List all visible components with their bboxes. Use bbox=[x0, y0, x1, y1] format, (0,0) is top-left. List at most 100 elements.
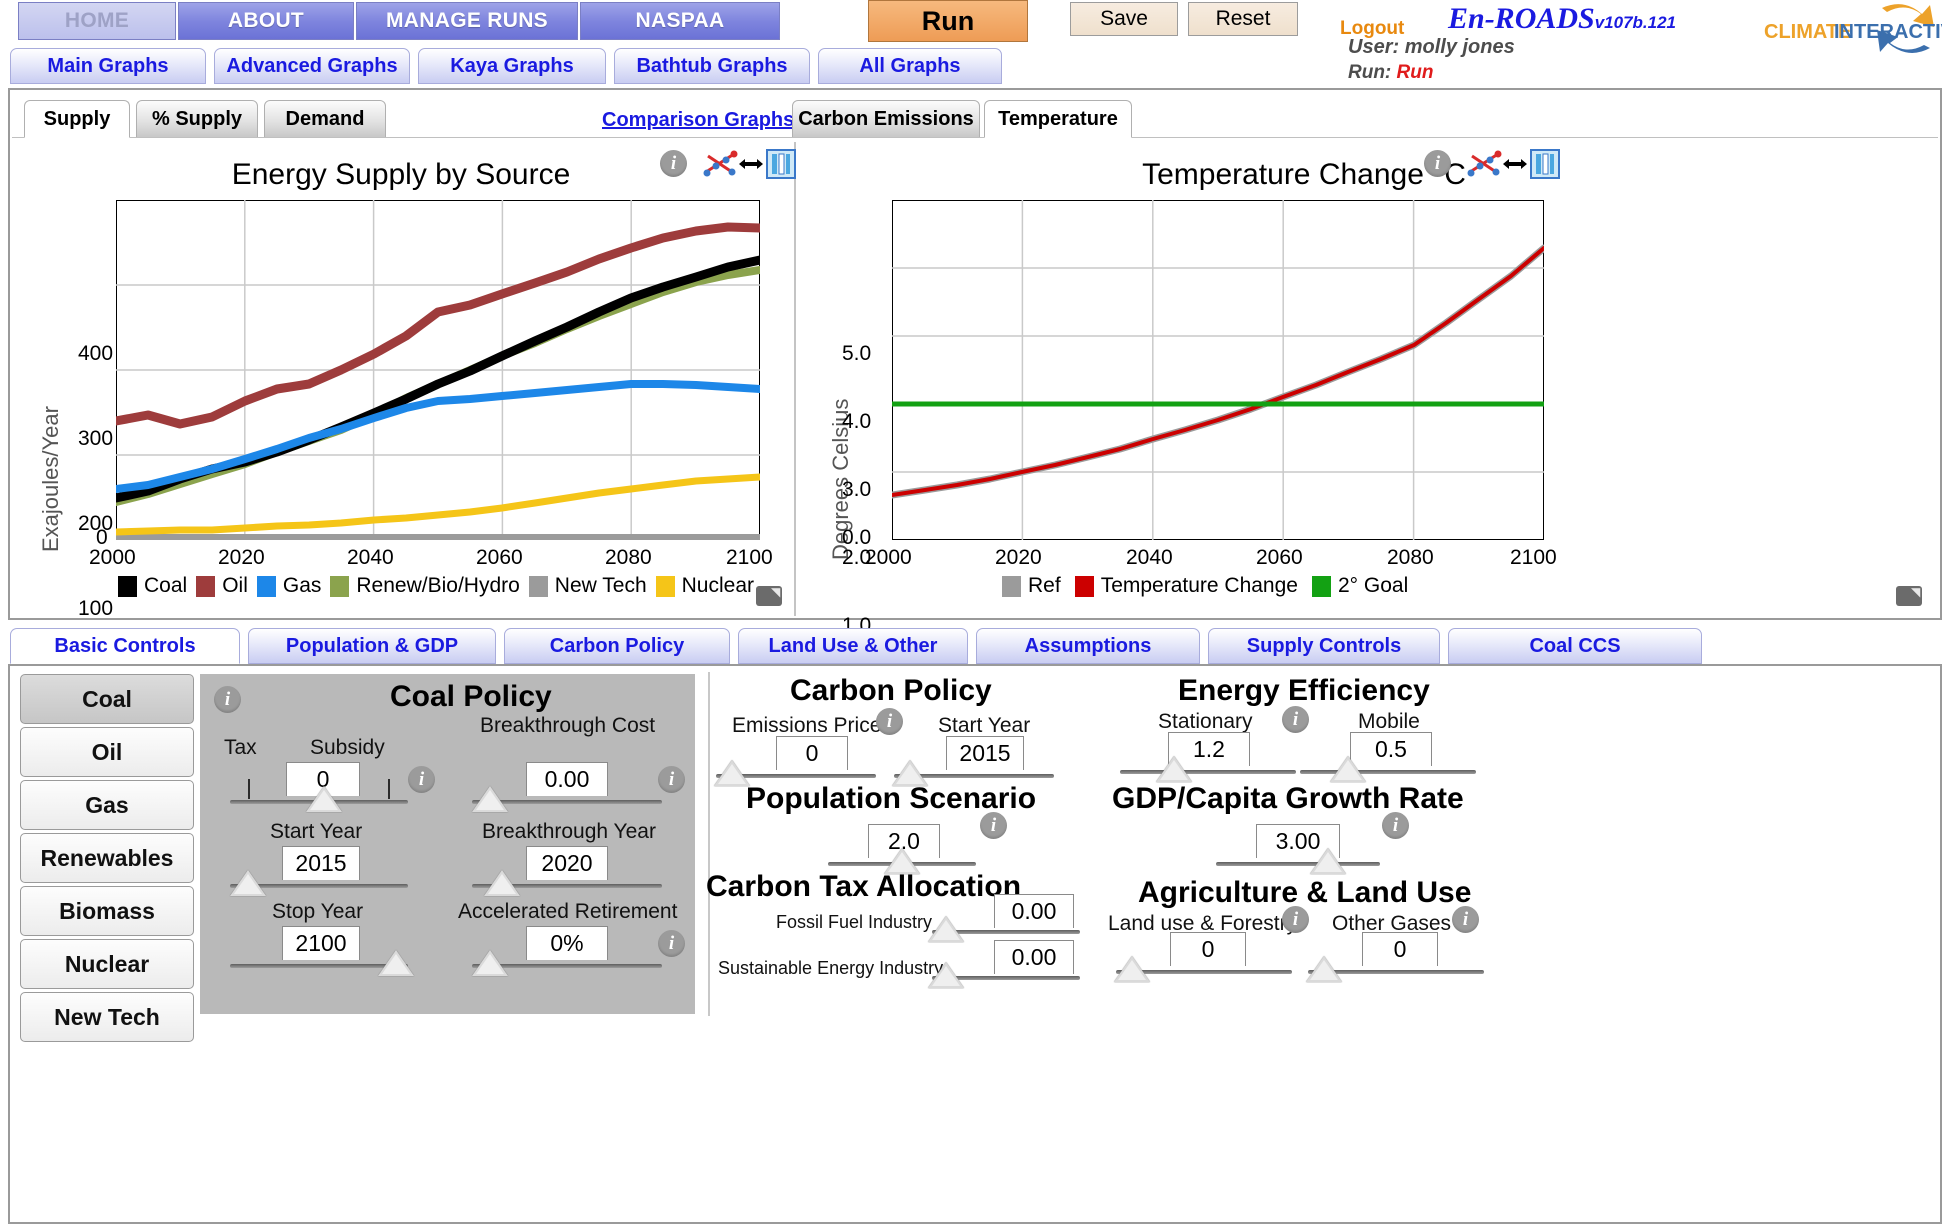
control-tab-land-use-other[interactable]: Land Use & Other bbox=[738, 628, 968, 664]
graph-tab-all-graphs[interactable]: All Graphs bbox=[818, 48, 1002, 84]
info-icon[interactable]: i bbox=[1282, 906, 1309, 933]
fuel-button-biomass[interactable]: Biomass bbox=[20, 886, 194, 936]
info-icon[interactable]: i bbox=[876, 708, 903, 735]
control-tab-coal-ccs[interactable]: Coal CCS bbox=[1448, 628, 1702, 664]
slider-thumb[interactable] bbox=[378, 950, 414, 976]
land-use-forestry-slider[interactable] bbox=[1114, 956, 1292, 982]
slider-thumb[interactable] bbox=[1306, 956, 1342, 982]
fossil-fuel-industry-slider[interactable] bbox=[928, 916, 1080, 942]
subtab-percent-supply[interactable]: % Supply bbox=[136, 100, 258, 138]
fuel-button-coal[interactable]: Coal bbox=[20, 674, 194, 724]
graph-tab-advanced-graphs[interactable]: Advanced Graphs bbox=[214, 48, 410, 84]
control-tab-population-gdp[interactable]: Population & GDP bbox=[248, 628, 496, 664]
slider-thumb[interactable] bbox=[928, 916, 964, 942]
info-icon[interactable]: i bbox=[1282, 706, 1309, 733]
info-icon[interactable]: i bbox=[1382, 812, 1409, 839]
carbon-start-year-slider[interactable] bbox=[892, 760, 1054, 786]
coal-start-year-value[interactable]: 2015 bbox=[282, 846, 360, 880]
panel-bottom-bar bbox=[200, 1007, 695, 1014]
control-tab-carbon-policy[interactable]: Carbon Policy bbox=[504, 628, 730, 664]
carbon-start-year-value[interactable]: 2015 bbox=[946, 736, 1024, 770]
coal-breakthrough-year-slider[interactable] bbox=[472, 870, 662, 896]
control-tab-supply-controls[interactable]: Supply Controls bbox=[1208, 628, 1440, 664]
info-icon[interactable]: i bbox=[214, 686, 241, 713]
slider-thumb[interactable] bbox=[928, 962, 964, 988]
info-icon[interactable]: i bbox=[1424, 150, 1451, 177]
stationary-efficiency-slider[interactable] bbox=[1120, 756, 1296, 782]
other-gases-slider[interactable] bbox=[1306, 956, 1484, 982]
subtab-temperature[interactable]: Temperature bbox=[984, 100, 1132, 138]
nav-tab-naspaa[interactable]: NASPAA bbox=[580, 2, 780, 40]
slider-thumb[interactable] bbox=[230, 870, 266, 896]
fuel-button-new-tech[interactable]: New Tech bbox=[20, 992, 194, 1042]
sustainable-energy-industry-slider[interactable] bbox=[928, 962, 1080, 988]
scatter-line-toggle-icon[interactable] bbox=[702, 148, 742, 180]
coal-stop-year-slider[interactable] bbox=[230, 950, 414, 976]
graph-tab-bathtub-graphs-label: Bathtub Graphs bbox=[636, 54, 788, 77]
reset-button[interactable]: Reset bbox=[1188, 2, 1298, 36]
info-icon[interactable]: i bbox=[658, 930, 685, 957]
control-tab-carbon-policy-label: Carbon Policy bbox=[549, 634, 685, 657]
fuel-button-oil[interactable]: Oil bbox=[20, 727, 194, 777]
nav-tab-home[interactable]: HOME bbox=[18, 2, 176, 40]
control-tab-assumptions[interactable]: Assumptions bbox=[976, 628, 1200, 664]
emissions-price-slider[interactable] bbox=[714, 760, 876, 786]
info-icon[interactable]: i bbox=[658, 766, 685, 793]
graph-tab-main-graphs[interactable]: Main Graphs bbox=[10, 48, 206, 84]
land-use-forestry-value[interactable]: 0 bbox=[1170, 932, 1246, 966]
coal-breakthrough-cost-value[interactable]: 0.00 bbox=[526, 762, 608, 796]
graph-tab-kaya-graphs[interactable]: Kaya Graphs bbox=[418, 48, 606, 84]
user-name: molly jones bbox=[1404, 36, 1515, 58]
fuel-button-gas[interactable]: Gas bbox=[20, 780, 194, 830]
slider-thumb[interactable] bbox=[306, 786, 342, 812]
subtab-carbon-emissions[interactable]: Carbon Emissions bbox=[792, 100, 980, 138]
fuel-button-nuclear[interactable]: Nuclear bbox=[20, 939, 194, 989]
expand-chart-icon[interactable] bbox=[756, 586, 782, 606]
gdp-growth-slider[interactable] bbox=[1216, 848, 1380, 874]
save-button[interactable]: Save bbox=[1070, 2, 1178, 36]
slider-thumb[interactable] bbox=[1114, 956, 1150, 982]
control-tab-basic-controls[interactable]: Basic Controls bbox=[10, 628, 240, 664]
subtab-demand[interactable]: Demand bbox=[264, 100, 386, 138]
sustainable-energy-industry-value[interactable]: 0.00 bbox=[994, 940, 1074, 974]
legend-item-gas: Gas bbox=[256, 574, 321, 598]
emissions-price-value[interactable]: 0 bbox=[776, 736, 848, 770]
fuel-button-renewables[interactable]: Renewables bbox=[20, 833, 194, 883]
bar-chart-toggle-icon[interactable] bbox=[766, 149, 796, 179]
slider-thumb[interactable] bbox=[1330, 756, 1366, 782]
other-gases-value[interactable]: 0 bbox=[1362, 932, 1438, 966]
coal-stop-year-value[interactable]: 2100 bbox=[282, 926, 360, 960]
legend-item-nuclear: Nuclear bbox=[655, 574, 754, 598]
scatter-line-toggle-icon[interactable] bbox=[1466, 148, 1506, 180]
coal-start-year-slider[interactable] bbox=[230, 870, 408, 896]
legend-swatch-gas bbox=[256, 575, 276, 597]
comparison-graphs-link[interactable]: Comparison Graphs bbox=[602, 109, 794, 132]
coal-breakthrough-year-value[interactable]: 2020 bbox=[526, 846, 608, 880]
subtab-carbon-emissions-label: Carbon Emissions bbox=[798, 107, 974, 130]
nav-tab-manage-runs[interactable]: MANAGE RUNS bbox=[356, 2, 578, 40]
mobile-efficiency-slider[interactable] bbox=[1300, 756, 1476, 782]
slider-thumb[interactable] bbox=[714, 760, 750, 786]
info-icon[interactable]: i bbox=[408, 766, 435, 793]
bar-chart-toggle-icon[interactable] bbox=[1530, 149, 1560, 179]
info-icon[interactable]: i bbox=[980, 812, 1007, 839]
slider-thumb[interactable] bbox=[1156, 756, 1192, 782]
coal-accelerated-retirement-value[interactable]: 0% bbox=[526, 926, 608, 960]
slider-thumb[interactable] bbox=[472, 786, 508, 812]
coal-tax-subsidy-slider[interactable] bbox=[230, 779, 408, 812]
slider-thumb[interactable] bbox=[472, 950, 508, 976]
expand-chart-icon[interactable] bbox=[1896, 586, 1922, 606]
slider-thumb[interactable] bbox=[1310, 848, 1346, 874]
population-scenario-slider[interactable] bbox=[828, 848, 976, 874]
subtab-supply[interactable]: Supply bbox=[24, 100, 130, 138]
run-button[interactable]: Run bbox=[868, 0, 1028, 42]
energy-supply-legend: Coal Oil Gas Renew/Bio/Hydro New Tech Nu… bbox=[118, 574, 754, 598]
slider-thumb[interactable] bbox=[484, 870, 520, 896]
info-icon[interactable]: i bbox=[660, 150, 687, 177]
info-icon[interactable]: i bbox=[1452, 906, 1479, 933]
graph-tab-bathtub-graphs[interactable]: Bathtub Graphs bbox=[614, 48, 810, 84]
fossil-fuel-industry-value[interactable]: 0.00 bbox=[994, 894, 1074, 928]
coal-breakthrough-cost-slider[interactable] bbox=[472, 786, 662, 812]
coal-accelerated-retirement-slider[interactable] bbox=[472, 950, 662, 976]
nav-tab-about[interactable]: ABOUT bbox=[178, 2, 354, 40]
